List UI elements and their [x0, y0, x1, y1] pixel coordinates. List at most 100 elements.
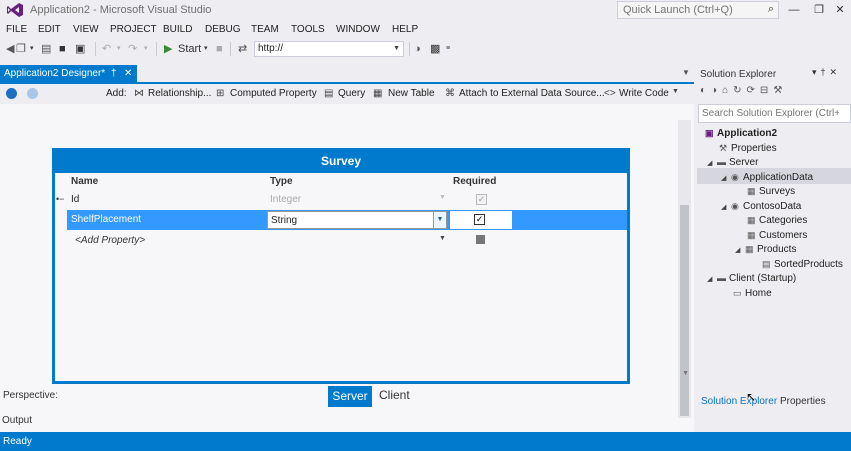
quick-launch-box[interactable]: ⌕: [617, 1, 779, 19]
redo-icon[interactable]: ↷: [128, 41, 137, 57]
start-play-icon[interactable]: ▶: [164, 41, 172, 57]
write-code-button[interactable]: Write Code: [619, 88, 669, 99]
expanded-arrow-icon[interactable]: ◢: [707, 272, 717, 287]
menu-view[interactable]: VIEW: [73, 24, 99, 35]
attach-external-data-source-button[interactable]: Attach to External Data Source...: [459, 88, 605, 99]
property-name[interactable]: Id: [71, 194, 79, 205]
nav-back-icon[interactable]: [6, 88, 17, 99]
query-icon[interactable]: ▤: [324, 88, 333, 99]
solution-explorer-search-input[interactable]: [699, 105, 839, 122]
tree-item-applicationdata[interactable]: ◢ ◉ ApplicationData: [721, 170, 813, 185]
tab-solution-explorer[interactable]: Solution Explorer: [701, 396, 777, 407]
output-tab[interactable]: Output: [2, 415, 32, 426]
tree-item-home[interactable]: ▭ Home: [733, 286, 772, 301]
tab-list-dropdown-icon[interactable]: ▼: [682, 68, 690, 77]
query-button[interactable]: Query: [338, 88, 365, 99]
perspective-client-button[interactable]: Client: [379, 388, 410, 402]
solution-explorer-search[interactable]: [698, 104, 851, 123]
pin-icon[interactable]: †: [111, 65, 117, 82]
expanded-arrow-icon[interactable]: ◢: [721, 171, 731, 186]
tree-item-properties[interactable]: ⚒ Properties: [719, 141, 777, 156]
chevron-down-icon[interactable]: ▼: [433, 212, 446, 228]
chevron-down-icon[interactable]: ▼: [393, 42, 400, 56]
collapse-all-icon[interactable]: ⊟: [760, 85, 773, 96]
start-button[interactable]: Start: [178, 41, 201, 57]
table-row-selected[interactable]: ShelfPlacement String ▼ ✓: [67, 210, 627, 230]
chevron-down-icon[interactable]: ▼: [439, 235, 446, 242]
menu-file[interactable]: FILE: [6, 24, 27, 35]
computed-property-button[interactable]: Computed Property: [230, 88, 317, 99]
new-table-button[interactable]: New Table: [388, 88, 435, 99]
home-icon[interactable]: ⌂: [722, 85, 733, 96]
tree-item-customers[interactable]: ▦ Customers: [747, 228, 807, 243]
type-dropdown[interactable]: String ▼: [267, 211, 447, 229]
add-property-row[interactable]: <Add Property> ▼: [55, 231, 627, 251]
open-icon[interactable]: ▤: [41, 41, 51, 57]
tree-item-contosodata[interactable]: ◢ ◉ ContosoData: [721, 199, 801, 214]
close-window-icon[interactable]: ✕: [829, 1, 851, 19]
refresh-icon[interactable]: ⟳: [747, 85, 760, 96]
tab-application2-designer[interactable]: Application2 Designer* † ✕: [0, 65, 137, 82]
panel-options-icon[interactable]: ▾†✕: [812, 67, 841, 78]
property-name[interactable]: ShelfPlacement: [71, 214, 141, 225]
save-all-icon[interactable]: ▣: [75, 41, 85, 57]
relationship-button[interactable]: Relationship...: [148, 88, 211, 99]
back-icon[interactable]: ◀: [6, 41, 14, 57]
toolbar-overflow-icon[interactable]: ≡: [446, 41, 450, 57]
redo-dropdown-icon[interactable]: ▾: [144, 41, 148, 57]
attach-process-icon[interactable]: ◑: [414, 41, 421, 57]
stop-icon[interactable]: ■: [216, 41, 223, 57]
browser-link-icon[interactable]: ⇄: [238, 41, 247, 57]
menu-debug[interactable]: DEBUG: [205, 24, 241, 35]
back-icon[interactable]: ◐: [700, 85, 711, 96]
close-icon[interactable]: ✕: [124, 65, 132, 82]
attach-data-source-icon[interactable]: ⌘: [445, 88, 455, 99]
find-icon[interactable]: ▩: [430, 41, 440, 57]
scroll-down-icon[interactable]: ▼: [682, 370, 689, 377]
scrollbar-thumb[interactable]: [680, 205, 689, 416]
tree-item-products[interactable]: ◢ ▦ Products: [735, 242, 796, 257]
quick-launch-input[interactable]: [618, 2, 756, 18]
forward-icon[interactable]: ◑: [711, 85, 722, 96]
menu-project[interactable]: PROJECT: [110, 24, 157, 35]
menu-help[interactable]: HELP: [392, 24, 418, 35]
write-code-icon[interactable]: <>: [604, 88, 616, 99]
menu-window[interactable]: WINDOW: [336, 24, 380, 35]
tree-item-client[interactable]: ◢ ▬ Client (Startup): [707, 271, 796, 286]
restore-icon[interactable]: ❐: [808, 1, 830, 19]
tree-item-categories[interactable]: ▦ Categories: [747, 213, 807, 228]
table-row[interactable]: •− Id Integer ▼ ✓: [55, 190, 627, 210]
url-combo[interactable]: http:// ▼: [254, 41, 404, 57]
sync-icon[interactable]: ↻: [733, 85, 746, 96]
perspective-server-button[interactable]: Server: [328, 386, 372, 407]
new-table-icon[interactable]: ▦: [373, 88, 382, 99]
undo-icon[interactable]: ↶: [102, 41, 111, 57]
new-project-dropdown-icon[interactable]: ▾: [30, 41, 34, 57]
tab-properties[interactable]: Properties: [780, 396, 826, 407]
menu-edit[interactable]: EDIT: [38, 24, 61, 35]
start-dropdown-icon[interactable]: ▾: [204, 41, 208, 57]
write-code-dropdown-icon[interactable]: ▼: [672, 88, 679, 95]
relationship-icon[interactable]: ⋈: [134, 88, 144, 99]
computed-property-icon[interactable]: ⊞: [216, 88, 224, 99]
expanded-arrow-icon[interactable]: ◢: [721, 200, 731, 215]
nav-forward-icon[interactable]: [27, 88, 38, 99]
tree-item-server[interactable]: ◢ ▬ Server: [707, 155, 758, 170]
menu-team[interactable]: TEAM: [251, 24, 279, 35]
minimize-icon[interactable]: —: [783, 1, 805, 19]
save-icon[interactable]: ■: [59, 41, 66, 57]
expanded-arrow-icon[interactable]: ◢: [707, 156, 717, 171]
add-property-placeholder[interactable]: <Add Property>: [75, 235, 145, 246]
required-checkbox[interactable]: ✓: [474, 214, 485, 225]
menu-build[interactable]: BUILD: [163, 24, 192, 35]
tree-item-sortedproducts[interactable]: ▤ SortedProducts: [762, 257, 843, 272]
properties-icon[interactable]: ⚒: [773, 85, 787, 96]
search-icon[interactable]: ⌕: [768, 3, 774, 16]
required-checkbox-indeterminate[interactable]: [476, 235, 485, 244]
tree-item-surveys[interactable]: ▦ Surveys: [747, 184, 795, 199]
undo-dropdown-icon[interactable]: ▾: [117, 41, 121, 57]
expanded-arrow-icon[interactable]: ◢: [735, 243, 745, 258]
new-project-icon[interactable]: ❐: [16, 41, 26, 57]
menu-tools[interactable]: TOOLS: [291, 24, 325, 35]
tree-item-application2[interactable]: ▣ Application2: [705, 126, 777, 141]
